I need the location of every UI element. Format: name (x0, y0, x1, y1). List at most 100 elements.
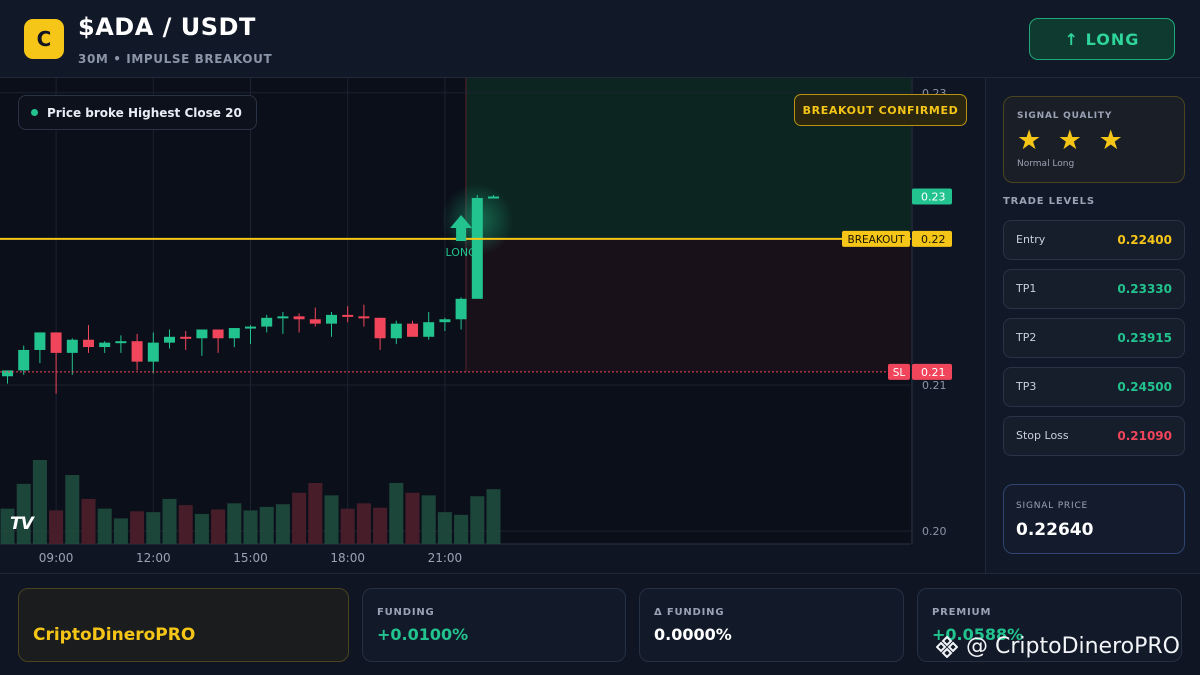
volume-bar (32, 460, 47, 544)
y-tick-label: 0.21 (922, 379, 947, 392)
signal-sidebar: SIGNAL QUALITY ★ ★ ★ Normal Long TRADE L… (985, 78, 1200, 573)
stat-label: FUNDING (377, 607, 435, 618)
candle-body (488, 196, 499, 199)
stat-value: 0.0000% (654, 625, 732, 644)
candle-body (342, 314, 354, 317)
candle-body (212, 329, 224, 339)
candle-body (66, 339, 78, 353)
brand-name: CriptoDineroPRO (33, 625, 196, 645)
level-row-tp3: TP3 0.24500 (1003, 367, 1185, 407)
stop-loss-tag-label: SL (893, 367, 906, 379)
brand-card: CriptoDineroPRO (18, 588, 349, 662)
level-name: Entry (1016, 233, 1046, 246)
level-value: 0.23915 (1117, 331, 1172, 345)
candle-body (164, 336, 175, 343)
volume-bar (437, 512, 452, 544)
volume-bar (49, 510, 64, 544)
volume-bar (454, 514, 469, 544)
long-marker-label: LONG (446, 246, 477, 259)
stat-label: Δ FUNDING (654, 607, 725, 618)
volume-bar (227, 503, 242, 544)
footer: CriptoDineroPRO FUNDING +0.0100% Δ FUNDI… (0, 573, 1200, 675)
volume-bar (97, 508, 112, 544)
price-tag-value: 0.23 (921, 191, 946, 204)
indicator-legend: Price broke Highest Close 20 (18, 95, 257, 130)
candle-body (439, 319, 451, 323)
trade-levels-title: TRADE LEVELS (1003, 196, 1095, 207)
candle-body (99, 342, 111, 348)
breakout-tag-label: BREAKOUT (848, 234, 906, 246)
signal-quality-card: SIGNAL QUALITY ★ ★ ★ Normal Long (1003, 96, 1185, 183)
candle-body (2, 370, 13, 377)
volume-bar (113, 518, 128, 544)
header: C $ADA / USDT 30M • IMPULSE BREAKOUT ↑ L… (0, 0, 1200, 78)
delta-funding-card: Δ FUNDING 0.0000% (639, 588, 904, 662)
volume-bar (130, 511, 145, 544)
candle-body (131, 341, 143, 362)
volume-bar (470, 496, 485, 544)
pair-subtitle: 30M • IMPULSE BREAKOUT (78, 52, 273, 66)
breakout-confirmed-badge: BREAKOUT CONFIRMED (794, 94, 967, 126)
candle-body (277, 316, 289, 319)
volume-bar (308, 482, 323, 544)
volume-bar (356, 503, 371, 544)
signal-price-card: SIGNAL PRICE 0.22640 (1003, 484, 1185, 554)
stat-value: +0.0100% (377, 625, 469, 644)
volume-bar (65, 475, 80, 544)
level-value: 0.24500 (1117, 380, 1172, 394)
binance-logo-icon (936, 635, 958, 658)
signal-price-value: 0.22640 (1016, 520, 1094, 540)
candle-body (50, 332, 62, 353)
legend-dot-icon (31, 109, 38, 116)
candle-body (407, 323, 418, 337)
candle-body (180, 336, 192, 339)
volume-bar (162, 498, 177, 544)
tradingview-logo-icon[interactable]: TV (10, 514, 34, 534)
volume-bar (194, 513, 209, 544)
level-name: TP2 (1016, 331, 1037, 344)
funding-card: FUNDING +0.0100% (362, 588, 626, 662)
candle-body (455, 298, 467, 320)
volume-bar (178, 505, 193, 544)
volume-bar (324, 495, 339, 544)
signal-quality-label: SIGNAL QUALITY (1017, 111, 1113, 121)
candle-body (147, 342, 159, 362)
level-name: TP3 (1016, 380, 1037, 393)
x-tick-label: 15:00 (233, 551, 268, 565)
level-value: 0.23330 (1117, 282, 1172, 296)
candle-body (309, 319, 321, 324)
volume-bar (146, 512, 161, 544)
volume-bar (275, 504, 290, 544)
long-button[interactable]: ↑ LONG (1029, 18, 1175, 60)
level-row-stop-loss: Stop Loss 0.21090 (1003, 416, 1185, 456)
volume-bar (243, 510, 258, 544)
star-rating-icon: ★ ★ ★ (1017, 125, 1127, 156)
pair-title: $ADA / USDT (78, 13, 256, 41)
stat-label: PREMIUM (932, 607, 992, 618)
candle-body (261, 317, 273, 327)
price-chart[interactable]: LONG 0.23 0.22 0.21 0.20 09:00 12:00 15:00 18:00… (0, 78, 985, 573)
candlestick-chart[interactable]: LONG 0.23 0.22 0.21 0.20 09:00 12:00 15:00 18:00… (0, 78, 985, 573)
candle-body (83, 339, 94, 348)
volume-bar (389, 482, 404, 544)
x-tick-label: 21:00 (428, 551, 463, 565)
candle-body (423, 322, 435, 337)
risk-zone (465, 238, 911, 372)
signal-quality-type: Normal Long (1017, 159, 1075, 169)
candle-body (115, 341, 127, 344)
watermark-text: @ CriptoDineroPRO (966, 634, 1180, 659)
x-tick-label: 18:00 (330, 551, 365, 565)
signal-price-label: SIGNAL PRICE (1016, 501, 1089, 511)
level-value: 0.21090 (1117, 429, 1172, 443)
volume-bar (211, 509, 226, 544)
candle-body (245, 326, 256, 329)
volume-bar (292, 492, 307, 544)
watermark: @ CriptoDineroPRO (936, 634, 1180, 659)
candle-body (293, 316, 305, 320)
level-value: 0.22400 (1117, 233, 1172, 247)
candle-body (358, 316, 370, 319)
level-name: Stop Loss (1016, 429, 1069, 442)
x-tick-label: 12:00 (136, 551, 171, 565)
candle-body (196, 329, 208, 339)
volume-bar (373, 507, 388, 544)
